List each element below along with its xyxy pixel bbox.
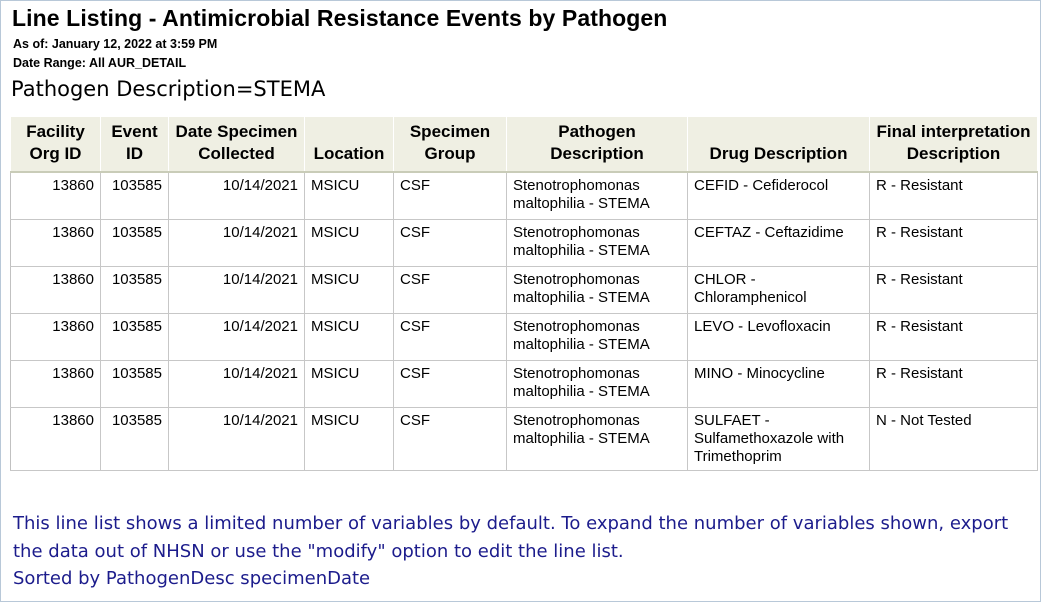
date-collected-cell: 10/14/2021 (168, 172, 305, 220)
drug-description-cell: CHLOR - Chloramphenicol (687, 266, 870, 314)
event-id-cell: 103585 (100, 266, 169, 314)
column-header[interactable]: Specimen Group (393, 116, 507, 173)
date-collected-cell: 10/14/2021 (168, 360, 305, 408)
table-row: 13860 103585 10/14/2021 MSICU CSF Stenot… (10, 313, 1038, 361)
facility-org-id-cell: 13860 (10, 172, 101, 220)
pathogen-description-cell: Stenotrophomonas maltophilia - STEMA (506, 360, 688, 408)
table-row: 13860 103585 10/14/2021 MSICU CSF Stenot… (10, 407, 1038, 471)
drug-description-cell: MINO - Minocycline (687, 360, 870, 408)
final-interpretation-cell: R - Resistant (869, 360, 1038, 408)
pathogen-description-cell: Stenotrophomonas maltophilia - STEMA (506, 219, 688, 267)
pathogen-description-cell: Stenotrophomonas maltophilia - STEMA (506, 266, 688, 314)
date-collected-cell: 10/14/2021 (168, 407, 305, 471)
table-row: 13860 103585 10/14/2021 MSICU CSF Stenot… (10, 360, 1038, 408)
specimen-group-cell: CSF (393, 172, 507, 220)
table-row: 13860 103585 10/14/2021 MSICU CSF Stenot… (10, 172, 1038, 220)
location-cell: MSICU (304, 266, 394, 314)
column-header[interactable]: Facility Org ID (10, 116, 101, 173)
line-listing-table: Facility Org ID Event ID Date Specimen C… (10, 116, 1038, 471)
footer-note: This line list shows a limited number of… (13, 513, 1009, 562)
facility-org-id-cell: 13860 (10, 360, 101, 408)
facility-org-id-cell: 13860 (10, 313, 101, 361)
drug-description-cell: CEFTAZ - Ceftazidime (687, 219, 870, 267)
date-range: Date Range: All AUR_DETAIL (13, 56, 187, 70)
final-interpretation-cell: R - Resistant (869, 219, 1038, 267)
location-cell: MSICU (304, 219, 394, 267)
column-header[interactable]: Location (304, 116, 394, 173)
final-interpretation-cell: R - Resistant (869, 313, 1038, 361)
event-id-cell: 103585 (100, 407, 169, 471)
location-cell: MSICU (304, 360, 394, 408)
sorted-by-text: Sorted by PathogenDesc specimenDate (13, 568, 371, 589)
header-row: Facility Org ID Event ID Date Specimen C… (10, 116, 1038, 173)
column-header[interactable]: Pathogen Description (506, 116, 688, 173)
column-header[interactable]: Date Specimen Collected (168, 116, 305, 173)
specimen-group-cell: CSF (393, 313, 507, 361)
facility-org-id-cell: 13860 (10, 407, 101, 471)
report-title: Line Listing - Antimicrobial Resistance … (12, 5, 668, 31)
location-cell: MSICU (304, 407, 394, 471)
column-header[interactable]: Drug Description (687, 116, 870, 173)
drug-description-cell: CEFID - Cefiderocol (687, 172, 870, 220)
date-collected-cell: 10/14/2021 (168, 266, 305, 314)
date-collected-cell: 10/14/2021 (168, 313, 305, 361)
as-of-date: As of: January 12, 2022 at 3:59 PM (13, 37, 218, 51)
column-header[interactable]: Event ID (100, 116, 169, 173)
table-row: 13860 103585 10/14/2021 MSICU CSF Stenot… (10, 266, 1038, 314)
pathogen-description-cell: Stenotrophomonas maltophilia - STEMA (506, 407, 688, 471)
event-id-cell: 103585 (100, 313, 169, 361)
by-group-heading: Pathogen Description=STEMA (11, 77, 326, 101)
final-interpretation-cell: N - Not Tested (869, 407, 1038, 471)
location-cell: MSICU (304, 172, 394, 220)
column-header[interactable]: Final interpretation Description (869, 116, 1038, 173)
specimen-group-cell: CSF (393, 407, 507, 471)
location-cell: MSICU (304, 313, 394, 361)
final-interpretation-cell: R - Resistant (869, 172, 1038, 220)
pathogen-description-cell: Stenotrophomonas maltophilia - STEMA (506, 172, 688, 220)
facility-org-id-cell: 13860 (10, 219, 101, 267)
specimen-group-cell: CSF (393, 360, 507, 408)
event-id-cell: 103585 (100, 219, 169, 267)
drug-description-cell: SULFAET - Sulfamethoxazole with Trimetho… (687, 407, 870, 471)
table-row: 13860 103585 10/14/2021 MSICU CSF Stenot… (10, 219, 1038, 267)
specimen-group-cell: CSF (393, 266, 507, 314)
pathogen-description-cell: Stenotrophomonas maltophilia - STEMA (506, 313, 688, 361)
facility-org-id-cell: 13860 (10, 266, 101, 314)
date-collected-cell: 10/14/2021 (168, 219, 305, 267)
drug-description-cell: LEVO - Levofloxacin (687, 313, 870, 361)
event-id-cell: 103585 (100, 172, 169, 220)
event-id-cell: 103585 (100, 360, 169, 408)
final-interpretation-cell: R - Resistant (869, 266, 1038, 314)
specimen-group-cell: CSF (393, 219, 507, 267)
